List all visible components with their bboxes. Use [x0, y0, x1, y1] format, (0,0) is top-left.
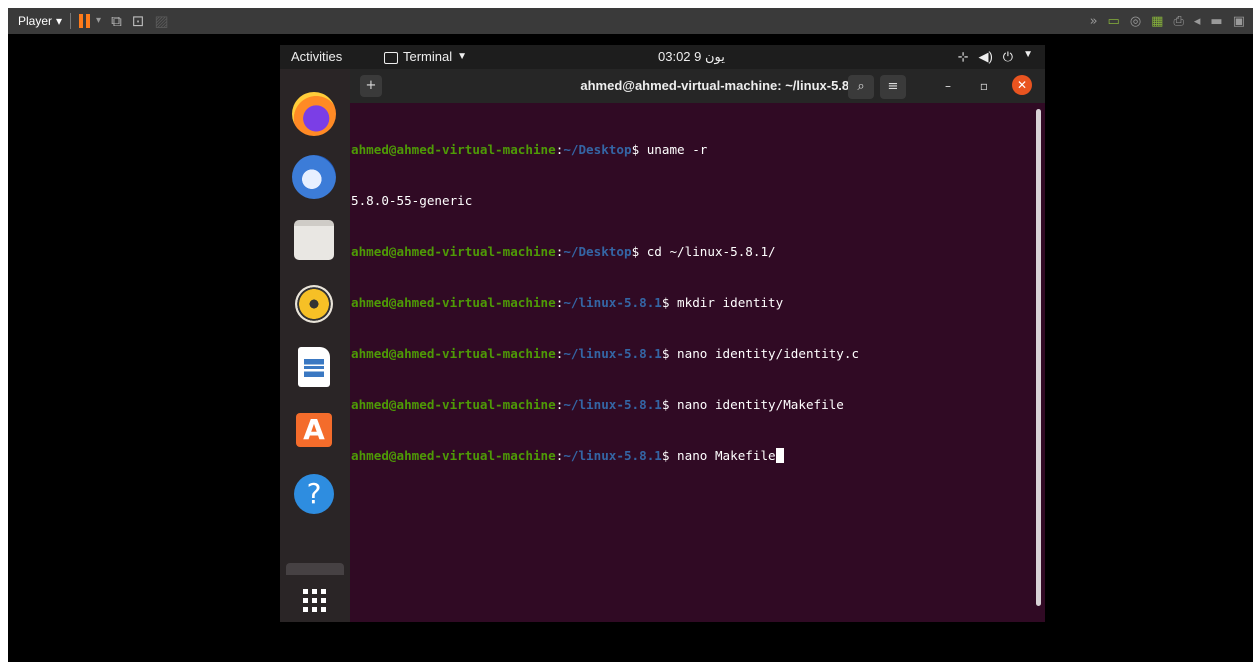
chevron-down-icon: ▼ — [1023, 49, 1033, 60]
terminal-line: ahmed@ahmed-virtual-machine:~/linux-5.8.… — [351, 447, 1031, 464]
terminal-line: ahmed@ahmed-virtual-machine:~/linux-5.8.… — [351, 294, 1031, 311]
send-ctrl-alt-del-icon[interactable]: ⧉ — [111, 13, 122, 29]
unity-mode-icon[interactable]: ▨ — [154, 13, 168, 29]
command-text: $ nano identity/Makefile — [661, 397, 844, 412]
files-icon — [294, 220, 334, 260]
dock-help[interactable]: ? — [291, 471, 337, 517]
prompt-user: ahmed@ahmed-virtual-machine — [351, 346, 556, 361]
device-status-icons: » ▭ ◎ ▦ ⎙ ◂ ▬ ▣ — [1090, 8, 1245, 34]
close-button[interactable]: ✕ — [1012, 75, 1032, 95]
software-store-icon: A — [296, 413, 332, 447]
dock-thunderbird[interactable] — [291, 154, 337, 200]
dock-files[interactable] — [291, 217, 337, 263]
hamburger-menu-button[interactable]: ≡ — [880, 75, 906, 99]
terminal-header-bar: + ahmed@ahmed-virtual-machine: ~/linux-5… — [350, 69, 1045, 103]
system-tray[interactable]: ⊹ ◀) ⏻ ▼ — [958, 49, 1033, 65]
search-button[interactable]: ⌕ — [848, 75, 874, 99]
power-icon: ⏻ — [1002, 49, 1014, 64]
rhythmbox-icon — [295, 285, 333, 323]
activities-button[interactable]: Activities — [291, 49, 342, 64]
terminal-window[interactable]: + ahmed@ahmed-virtual-machine: ~/linux-5… — [350, 69, 1045, 622]
pause-icon[interactable] — [79, 14, 91, 28]
chevron-down-icon: ▾ — [56, 14, 63, 28]
terminal-line: ahmed@ahmed-virtual-machine:~/Desktop$ c… — [351, 243, 1031, 260]
terminal-line: 5.8.0-55-generic — [351, 192, 1031, 209]
vmware-toolbar: Player ▾ ▾ ⧉ ⊡ ▨ » ▭ ◎ ▦ ⎙ ◂ ▬ ▣ — [8, 8, 1253, 34]
sound-card-icon[interactable]: ◂ — [1194, 15, 1201, 28]
dock-firefox[interactable] — [291, 91, 337, 137]
terminal-scrollbar[interactable] — [1036, 109, 1041, 606]
volume-icon: ◀) — [978, 49, 993, 64]
network-adapter-icon[interactable]: ▦ — [1151, 15, 1163, 28]
fullscreen-icon[interactable]: ⊡ — [132, 13, 145, 29]
command-text: $ mkdir identity — [661, 295, 784, 310]
player-menu-label: Player — [18, 14, 53, 28]
show-applications-button[interactable] — [291, 577, 337, 622]
app-menu[interactable]: Terminal ▼ — [384, 49, 467, 64]
chevron-down-icon[interactable]: ▾ — [96, 16, 101, 26]
prompt-user: ahmed@ahmed-virtual-machine — [351, 397, 556, 412]
terminal-line: ahmed@ahmed-virtual-machine:~/linux-5.8.… — [351, 345, 1031, 362]
running-app-indicator — [286, 563, 344, 575]
guest-desktop: Activities Terminal ▼ 03:02 9 يون ⊹ ◀) ⏻… — [280, 45, 1045, 622]
prompt-user: ahmed@ahmed-virtual-machine — [351, 448, 556, 463]
app-grid-icon — [302, 588, 326, 612]
maximize-button[interactable]: ▫ — [975, 77, 993, 95]
prompt-path: ~/Desktop — [563, 244, 632, 259]
dock: A ? — [280, 69, 350, 622]
help-icon: ? — [294, 474, 334, 514]
minimize-button[interactable]: – — [939, 77, 957, 95]
dock-software[interactable]: A — [291, 407, 337, 453]
terminal-title: ahmed@ahmed-virtual-machine: ~/linux-5.8… — [580, 78, 860, 93]
terminal-line: ahmed@ahmed-virtual-machine:~/linux-5.8.… — [351, 396, 1031, 413]
prompt-user: ahmed@ahmed-virtual-machine — [351, 295, 556, 310]
app-menu-label: Terminal — [403, 49, 453, 64]
prompt-user: ahmed@ahmed-virtual-machine — [351, 142, 556, 157]
fast-forward-icon[interactable]: » — [1090, 15, 1098, 28]
text-cursor — [775, 448, 784, 463]
firefox-icon — [292, 92, 336, 136]
vmware-player-window: Player ▾ ▾ ⧉ ⊡ ▨ » ▭ ◎ ▦ ⎙ ◂ ▬ ▣ Activit… — [8, 8, 1253, 662]
printer-icon[interactable]: ⎙ — [1173, 15, 1183, 28]
chevron-down-icon: ▼ — [457, 51, 468, 62]
terminal-icon — [384, 51, 398, 64]
usb-device-icon[interactable]: ▬ — [1210, 15, 1222, 28]
command-text: $ nano identity/identity.c — [661, 346, 860, 361]
command-output: 5.8.0-55-generic — [351, 193, 473, 208]
gnome-top-bar: Activities Terminal ▼ 03:02 9 يون ⊹ ◀) ⏻… — [280, 45, 1045, 69]
thunderbird-icon — [292, 155, 336, 199]
cd-drive-icon[interactable]: ◎ — [1130, 15, 1141, 28]
writer-icon — [298, 347, 330, 387]
clock[interactable]: 03:02 9 يون — [658, 49, 725, 65]
command-text: $ cd ~/linux-5.8.1/ — [631, 244, 776, 259]
prompt-path: ~/linux-5.8.1 — [563, 346, 662, 361]
command-text: $ uname -r — [631, 142, 708, 157]
network-icon: ⊹ — [957, 49, 969, 64]
message-icon[interactable]: ▣ — [1233, 15, 1245, 28]
prompt-path: ~/linux-5.8.1 — [563, 448, 662, 463]
player-menu[interactable]: Player ▾ — [18, 14, 62, 28]
prompt-user: ahmed@ahmed-virtual-machine — [351, 244, 556, 259]
command-text: $ nano Makefile — [661, 448, 776, 463]
hard-disk-icon[interactable]: ▭ — [1108, 15, 1120, 28]
dock-writer[interactable] — [291, 344, 337, 390]
prompt-path: ~/Desktop — [563, 142, 632, 157]
dock-rhythmbox[interactable] — [291, 281, 337, 327]
toolbar-divider — [70, 13, 72, 29]
prompt-path: ~/linux-5.8.1 — [563, 397, 662, 412]
terminal-output[interactable]: ahmed@ahmed-virtual-machine:~/Desktop$ u… — [350, 107, 1031, 612]
terminal-line: ahmed@ahmed-virtual-machine:~/Desktop$ u… — [351, 141, 1031, 158]
prompt-path: ~/linux-5.8.1 — [563, 295, 662, 310]
